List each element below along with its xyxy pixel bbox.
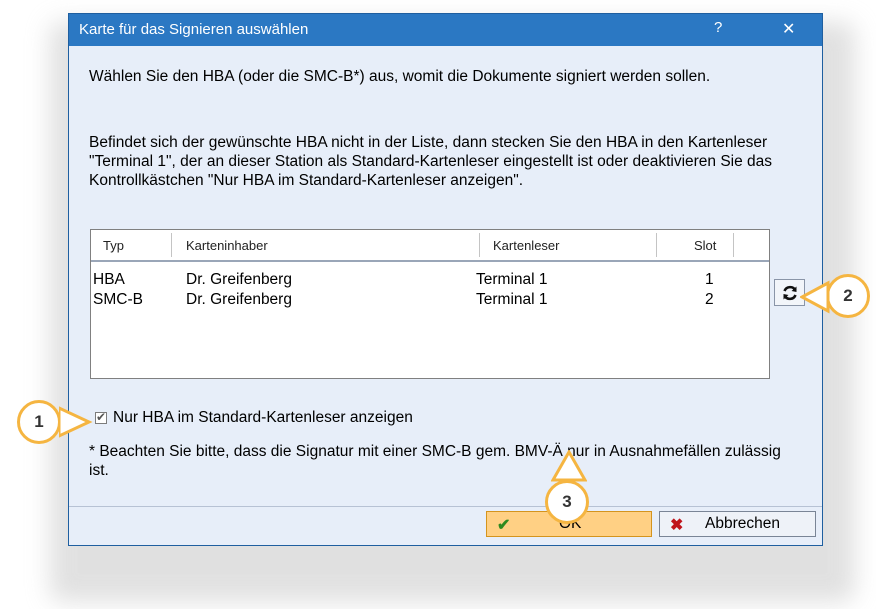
table-row[interactable]: SMC-B Dr. Greifenberg Terminal 1 2 [91, 291, 769, 311]
help-button[interactable]: ? [714, 19, 722, 36]
cell-typ: HBA [93, 271, 125, 288]
callout-badge-3: 3 [545, 480, 589, 524]
dialog-title: Karte für das Signieren auswählen [79, 21, 309, 38]
callout-pointer-1 [59, 406, 93, 438]
card-selection-dialog: Karte für das Signieren auswählen ? ✕ Wä… [68, 13, 823, 546]
instruction-text-2: Befindet sich der gewünschte HBA nicht i… [89, 134, 773, 189]
table-row[interactable]: HBA Dr. Greifenberg Terminal 1 1 [91, 271, 769, 291]
smcb-note: * Beachten Sie bitte, dass die Signatur … [89, 443, 781, 479]
hba-only-checkbox-row[interactable]: ✔ Nur HBA im Standard-Kartenleser anzeig… [95, 409, 413, 427]
cell-karteninhaber: Dr. Greifenberg [186, 271, 292, 288]
check-icon: ✔ [96, 410, 107, 424]
cancel-button-label: Abbrechen [705, 515, 780, 532]
column-divider[interactable] [171, 233, 172, 257]
hba-only-checkbox[interactable]: ✔ [95, 410, 107, 424]
column-header-slot[interactable]: Slot [694, 238, 716, 253]
card-table[interactable]: Typ Karteninhaber Kartenleser Slot HBA D… [90, 229, 770, 379]
cell-kartenleser: Terminal 1 [476, 271, 548, 288]
callout-pointer-3 [551, 450, 587, 482]
cell-typ: SMC-B [93, 291, 143, 308]
callout-badge-1: 1 [17, 400, 61, 444]
instruction-text-1: Wählen Sie den HBA (oder die SMC-B*) aus… [89, 68, 711, 85]
callout-badge-2: 2 [826, 274, 870, 318]
cell-slot: 2 [705, 291, 714, 308]
column-divider[interactable] [733, 233, 734, 257]
column-header-typ[interactable]: Typ [103, 238, 124, 253]
checkbox-label[interactable]: Nur HBA im Standard-Kartenleser anzeigen [113, 409, 413, 427]
checkmark-icon: ✔ [497, 517, 511, 534]
cancel-button[interactable]: ✖ Abbrechen [659, 511, 816, 537]
cell-karteninhaber: Dr. Greifenberg [186, 291, 292, 308]
column-header-karteninhaber[interactable]: Karteninhaber [186, 238, 268, 253]
callout-pointer-2 [800, 280, 830, 314]
refresh-icon [782, 285, 797, 300]
column-divider[interactable] [656, 233, 657, 257]
column-divider[interactable] [479, 233, 480, 257]
table-header: Typ Karteninhaber Kartenleser Slot [91, 230, 769, 262]
title-bar: Karte für das Signieren auswählen ? ✕ [69, 14, 822, 46]
cell-kartenleser: Terminal 1 [476, 291, 548, 308]
column-header-kartenleser[interactable]: Kartenleser [493, 238, 559, 253]
cross-icon: ✖ [670, 517, 684, 534]
cell-slot: 1 [705, 271, 714, 288]
footer-divider [69, 506, 822, 507]
close-button[interactable]: ✕ [782, 19, 795, 39]
